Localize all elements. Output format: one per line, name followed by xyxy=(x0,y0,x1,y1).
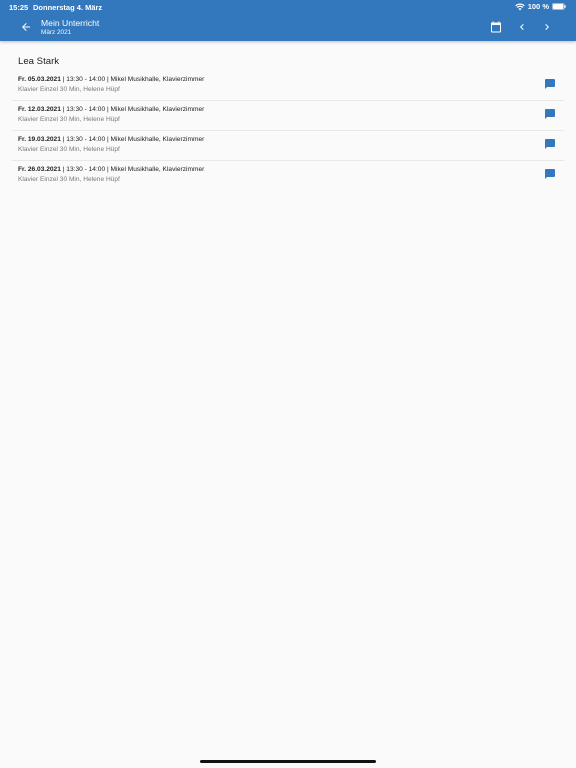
status-indicators: 100 % xyxy=(514,2,566,11)
arrow-left-icon xyxy=(22,23,30,31)
chevron-right-icon xyxy=(545,24,549,30)
comment-icon xyxy=(545,169,555,179)
comment-button[interactable] xyxy=(543,137,557,151)
calendar-button[interactable] xyxy=(488,19,504,35)
home-indicator[interactable] xyxy=(200,760,376,763)
lesson-date: Fr. 26.03.2021 xyxy=(18,166,61,173)
previous-month-button[interactable] xyxy=(514,19,530,35)
comment-icon xyxy=(545,139,555,149)
battery-percent: 100 % xyxy=(527,2,549,11)
lesson-details: | 13:30 - 14:00 | Mikel Musikhalle, Klav… xyxy=(60,166,205,173)
page-subtitle: März 2021 xyxy=(41,29,72,36)
status-date: Donnerstag 4. März xyxy=(33,3,103,12)
lesson-date: Fr. 19.03.2021 xyxy=(18,136,61,143)
student-name: Lea Stark xyxy=(18,56,60,67)
lesson-date: Fr. 05.03.2021 xyxy=(18,76,61,83)
lesson-item[interactable]: Fr. 26.03.2021 | 13:30 - 14:00 | Mikel M… xyxy=(12,161,564,191)
lesson-item[interactable]: Fr. 05.03.2021 | 13:30 - 14:00 | Mikel M… xyxy=(12,71,564,101)
calendar-icon xyxy=(491,21,501,33)
next-month-button[interactable] xyxy=(539,19,555,35)
wifi-icon xyxy=(514,2,525,10)
lesson-header: Fr. 19.03.2021 | 13:30 - 14:00 | Mikel M… xyxy=(18,136,204,143)
lesson-item[interactable]: Fr. 19.03.2021 | 13:30 - 14:00 | Mikel M… xyxy=(12,131,564,161)
back-button[interactable] xyxy=(18,19,34,35)
lesson-header: Fr. 12.03.2021 | 13:30 - 14:00 | Mikel M… xyxy=(18,106,204,113)
comment-icon xyxy=(545,109,555,119)
app-window: 15:25 Donnerstag 4. März 100 % Mein Unte… xyxy=(0,0,576,768)
lesson-list: Fr. 05.03.2021 | 13:30 - 14:00 | Mikel M… xyxy=(12,71,564,191)
status-bar: 15:25 Donnerstag 4. März 100 % xyxy=(0,0,576,13)
lesson-header: Fr. 05.03.2021 | 13:30 - 14:00 | Mikel M… xyxy=(18,76,204,83)
title-block: Mein Unterricht März 2021 xyxy=(41,18,99,37)
lesson-header: Fr. 26.03.2021 | 13:30 - 14:00 | Mikel M… xyxy=(18,166,204,173)
app-bar: 15:25 Donnerstag 4. März 100 % Mein Unte… xyxy=(0,0,576,41)
page-title: Mein Unterricht xyxy=(41,18,100,28)
lesson-details: | 13:30 - 14:00 | Mikel Musikhalle, Klav… xyxy=(60,106,205,113)
lesson-item[interactable]: Fr. 12.03.2021 | 13:30 - 14:00 | Mikel M… xyxy=(12,101,564,131)
status-time: 15:25 xyxy=(9,3,29,12)
lesson-details: | 13:30 - 14:00 | Mikel Musikhalle, Klav… xyxy=(60,136,205,143)
lesson-subtitle: Klavier Einzel 30 Min, Helene Hüpf xyxy=(18,86,120,93)
comment-button[interactable] xyxy=(543,167,557,181)
lesson-subtitle: Klavier Einzel 30 Min, Helene Hüpf xyxy=(18,176,120,183)
comment-button[interactable] xyxy=(543,77,557,91)
lesson-subtitle: Klavier Einzel 30 Min, Helene Hüpf xyxy=(18,116,120,123)
chevron-left-icon xyxy=(520,24,524,30)
lesson-subtitle: Klavier Einzel 30 Min, Helene Hüpf xyxy=(18,146,120,153)
battery-icon xyxy=(552,3,566,10)
lesson-date: Fr. 12.03.2021 xyxy=(18,106,61,113)
lesson-details: | 13:30 - 14:00 | Mikel Musikhalle, Klav… xyxy=(60,76,205,83)
comment-button[interactable] xyxy=(543,107,557,121)
comment-icon xyxy=(545,79,555,89)
